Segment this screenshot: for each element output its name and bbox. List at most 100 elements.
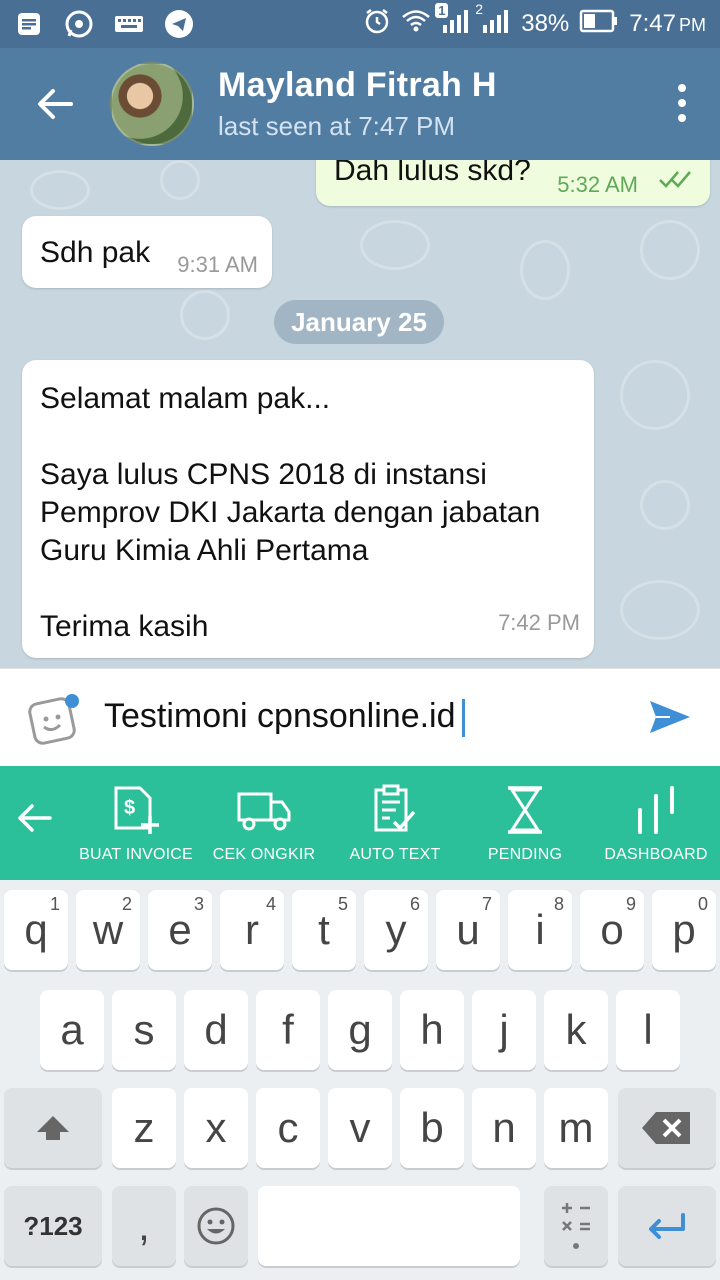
key-label: b [420,1104,444,1151]
key-u[interactable]: u7 [436,890,500,970]
key-label: q [24,906,48,953]
contact-info[interactable]: Mayland Fitrah H last seen at 7:47 PM [218,66,497,142]
wifi-icon [401,8,431,41]
key-h[interactable]: h [400,990,464,1070]
symbols-key[interactable]: ?123 [4,1186,102,1266]
key-y[interactable]: y6 [364,890,428,970]
key-b[interactable]: b [400,1088,464,1168]
message-line: Pemprov DKI Jakarta dengan jabatan [40,496,541,529]
key-hint: 5 [337,894,348,914]
signal-sim1-icon: 1 [435,2,471,42]
space-key[interactable] [258,1186,520,1266]
emoji-key[interactable] [184,1186,248,1266]
key-hint: 3 [193,894,204,914]
shift-arrow-icon [37,1116,69,1140]
incoming-message[interactable]: Selamat malam pak... Saya lulus CPNS 201… [22,360,594,658]
toolbar-label: PENDING [487,846,563,863]
key-label: i [535,906,545,953]
key-label: k [565,1006,587,1053]
key-g[interactable]: g [328,990,392,1070]
clock-time: 7:47 [629,10,676,37]
comma-key[interactable]: , [112,1186,176,1266]
wallpaper-doodle [640,480,690,530]
key-p[interactable]: p0 [652,890,716,970]
auto-text-button[interactable]: AUTO TEXT [346,766,444,880]
key-hint: 9 [625,894,636,914]
sticker-button[interactable] [28,693,80,745]
math-key[interactable] [544,1186,608,1266]
key-m[interactable]: m [544,1088,608,1168]
toolbar-label: AUTO TEXT [349,846,441,863]
key-s[interactable]: s [112,990,176,1070]
chat-messages-area[interactable]: Dah lulus skd? 5:32 AM Sdh pak 9:31 AM J… [0,160,720,668]
toolbar-label: DASHBOARD [604,846,708,863]
key-n[interactable]: n [472,1088,536,1168]
key-hint: 0 [697,894,708,914]
last-seen-status: last seen at 7:47 PM [218,111,456,141]
key-f[interactable]: f [256,990,320,1070]
key-label: z [133,1104,155,1151]
key-label: f [282,1006,294,1053]
key-r[interactable]: r4 [220,890,284,970]
battery-icon [579,8,619,41]
telegram-icon [164,9,194,39]
cek-ongkir-button[interactable]: CEK ONGKIR [212,766,316,880]
message-line [40,570,576,608]
key-k[interactable]: k [544,990,608,1070]
key-label: m [558,1104,594,1151]
outgoing-message[interactable]: Dah lulus skd? 5:32 AM [316,160,710,206]
buat-invoice-button[interactable]: $ BUAT INVOICE [79,766,193,880]
message-time: 9:31 AM [177,252,258,277]
wallpaper-doodle [520,240,570,300]
hourglass-icon [508,786,542,834]
key-o[interactable]: o9 [580,890,644,970]
key-q[interactable]: q1 [4,890,68,970]
dashboard-button[interactable]: DASHBOARD [600,766,712,880]
enter-key[interactable] [618,1186,716,1266]
backspace-key[interactable] [618,1088,716,1168]
dot-icon [678,84,686,92]
key-x[interactable]: x [184,1088,248,1168]
wallpaper-doodle [360,220,430,270]
key-label: e [168,906,192,953]
message-time: 5:32 AM [557,172,638,197]
back-button[interactable] [0,48,110,160]
key-w[interactable]: w2 [76,890,140,970]
toolbar-back-button[interactable] [16,802,56,842]
signal-sim2-icon: 2 [475,1,511,42]
key-v[interactable]: v [328,1088,392,1168]
key-label: o [600,906,624,953]
key-z[interactable]: z [112,1088,176,1168]
key-label: v [349,1104,371,1151]
key-e[interactable]: e3 [148,890,212,970]
key-label: a [60,1006,84,1053]
pending-button[interactable]: PENDING [476,766,574,880]
contact-avatar[interactable] [110,62,194,146]
key-c[interactable]: c [256,1088,320,1168]
key-a[interactable]: a [40,990,104,1070]
key-i[interactable]: i8 [508,890,572,970]
key-hint: 6 [409,894,420,914]
key-label: h [420,1006,444,1053]
toolbar-label: CEK ONGKIR [212,846,316,863]
key-hint: 8 [553,894,564,914]
wallpaper-doodle [180,290,230,340]
key-label: p [672,906,696,953]
key-j[interactable]: j [472,990,536,1070]
message-line [40,418,576,456]
keyboard-icon [114,9,144,39]
alarm-icon [363,7,391,42]
incoming-message[interactable]: Sdh pak 9:31 AM [22,216,272,288]
keyboard-toolbar: $ BUAT INVOICE CEK ONGKIR AUTO TEXT PEND… [0,766,720,880]
shift-key[interactable] [4,1088,102,1168]
key-l[interactable]: l [616,990,680,1070]
key-label: x [205,1104,227,1151]
message-text: Dah lulus skd? [334,160,531,187]
more-options-button[interactable] [678,84,686,122]
key-d[interactable]: d [184,990,248,1070]
send-button[interactable] [648,695,692,739]
message-input[interactable]: Testimoni cpnsonline.id [104,697,465,738]
key-t[interactable]: t5 [292,890,356,970]
message-line: Saya lulus CPNS 2018 di instansi [40,458,487,491]
key-label: r [245,906,259,953]
